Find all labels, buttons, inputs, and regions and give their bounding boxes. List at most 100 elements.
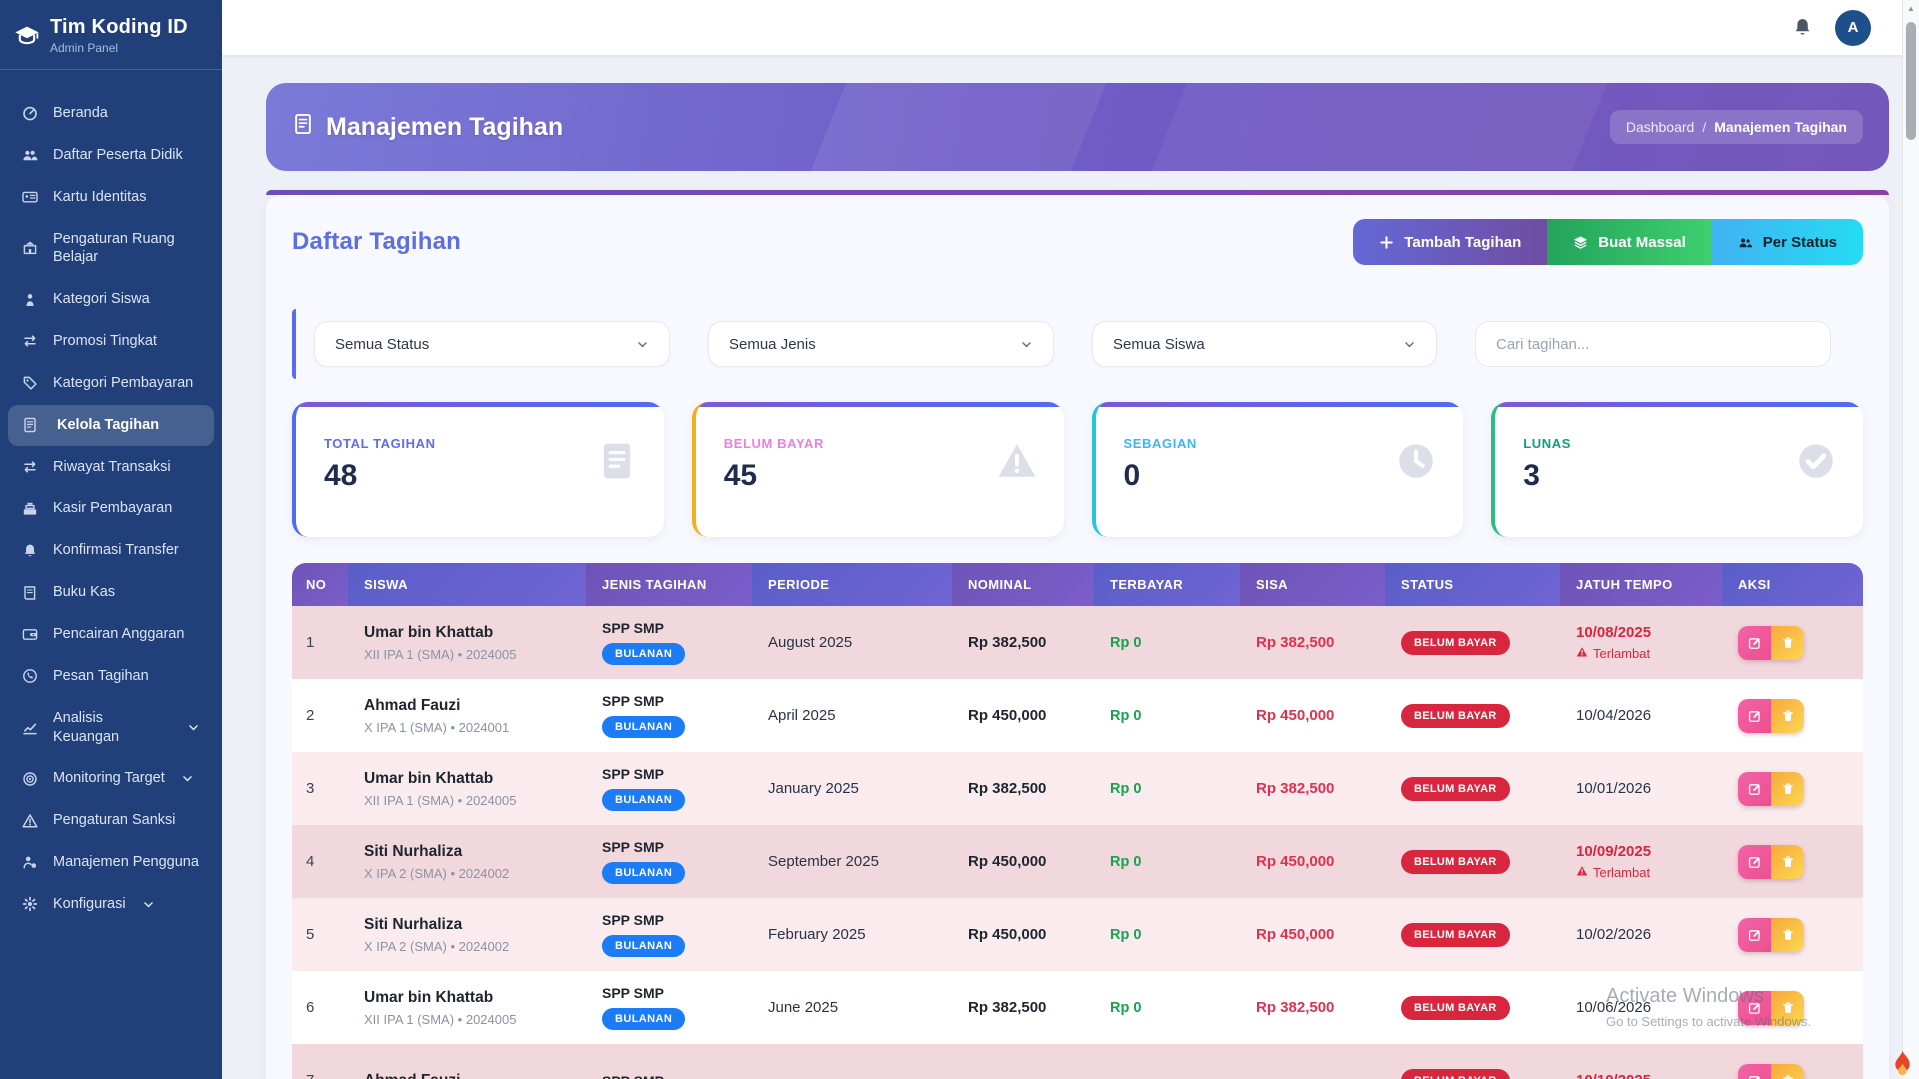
sidebar-nav: Beranda Daftar Peserta Didik Kartu Identit… — [0, 70, 222, 936]
sidebar-item-konfirmasi-transfer[interactable]: Konfirmasi Transfer — [8, 530, 214, 571]
sidebar-item-riwayat-transaksi[interactable]: Riwayat Transaksi — [8, 447, 214, 488]
cell-jenis-tagihan: SPP SMP — [586, 1044, 752, 1079]
app-subtitle: Admin Panel — [50, 41, 188, 55]
row-actions — [1738, 918, 1804, 952]
edit-button[interactable] — [1738, 845, 1771, 879]
cell-siswa: Umar bin KhattabXII IPA 1 (SMA) • 202400… — [348, 971, 586, 1044]
stat-card-sebagian: SEBAGIAN 0 — [1092, 402, 1464, 537]
per-status-button[interactable]: Per Status — [1712, 219, 1863, 265]
status-filter-select[interactable]: Semua Status — [314, 321, 670, 367]
delete-button[interactable] — [1771, 772, 1804, 806]
sidebar-item-beranda[interactable]: Beranda — [8, 93, 214, 134]
sidebar-item-pencairan-anggaran[interactable]: Pencairan Anggaran — [8, 614, 214, 655]
sidebar-item-label: Pengaturan Ruang Belajar — [53, 230, 200, 268]
table-row: 1Umar bin KhattabXII IPA 1 (SMA) • 20240… — [292, 606, 1863, 679]
cell-nominal: Rp 450,000 — [952, 825, 1094, 898]
plus-icon — [1379, 235, 1394, 250]
type-filter-select[interactable]: Semua Jenis — [708, 321, 1054, 367]
cell-terbayar — [1094, 1044, 1240, 1079]
cell-terbayar: Rp 0 — [1094, 825, 1240, 898]
breadcrumb: Dashboard/Manajemen Tagihan — [1610, 110, 1863, 144]
student-name: Umar bin Khattab — [364, 624, 570, 642]
breadcrumb-dashboard[interactable]: Dashboard — [1626, 119, 1695, 135]
scrollbar-up-arrow[interactable]: ▲ — [1907, 4, 1915, 13]
student-filter-select[interactable]: Semua Siswa — [1092, 321, 1437, 367]
sidebar-item-label: Daftar Peserta Didik — [53, 146, 183, 165]
cell-jenis-tagihan: SPP SMPBULANAN — [586, 825, 752, 898]
delete-button[interactable] — [1771, 699, 1804, 733]
delete-button[interactable] — [1771, 626, 1804, 660]
billing-list-card: Daftar Tagihan Tambah TagihanBuat Massal… — [266, 190, 1889, 1079]
status-badge: BELUM BAYAR — [1401, 631, 1510, 655]
type-filter-value: Semua Jenis — [729, 336, 816, 353]
sidebar-item-monitoring-target[interactable]: Monitoring Target — [8, 758, 214, 799]
browser-scrollbar[interactable]: ▲ — [1902, 0, 1919, 1079]
edit-button[interactable] — [1738, 918, 1771, 952]
book-icon — [22, 585, 39, 601]
row-actions — [1738, 772, 1804, 806]
table-row: 2Ahmad FauziX IPA 1 (SMA) • 2024001SPP S… — [292, 679, 1863, 752]
sidebar-item-manajemen-pengguna[interactable]: Manajemen Pengguna — [8, 842, 214, 883]
edit-button[interactable] — [1738, 626, 1771, 660]
sidebar-item-pengaturan-sanksi[interactable]: Pengaturan Sanksi — [8, 800, 214, 841]
flame-icon[interactable] — [1891, 1049, 1914, 1076]
invoice-icon — [292, 113, 314, 142]
stat-card-lunas: LUNAS3 — [1491, 402, 1863, 537]
row-actions — [1738, 626, 1804, 660]
sidebar-item-label: Kelola Tagihan — [53, 416, 159, 435]
chart-icon — [22, 720, 39, 736]
sidebar-item-label: Buku Kas — [53, 583, 115, 602]
sidebar-item-daftar-peserta-didik[interactable]: Daftar Peserta Didik — [8, 135, 214, 176]
status-badge: BELUM BAYAR — [1401, 777, 1510, 801]
sidebar-item-buku-kas[interactable]: Buku Kas — [8, 572, 214, 613]
search-input[interactable] — [1475, 321, 1831, 367]
billing-type: SPP SMP — [602, 912, 736, 928]
column-header-periode: PERIODE — [752, 563, 952, 606]
notification-bell-icon[interactable] — [1792, 17, 1813, 38]
sidebar-item-kategori-siswa[interactable]: Kategori Siswa — [8, 279, 214, 320]
sidebar-item-analisis-keuangan[interactable]: Analisis Keuangan — [8, 698, 214, 758]
edit-button[interactable] — [1738, 772, 1771, 806]
sidebar-item-kartu-identitas[interactable]: Kartu Identitas — [8, 177, 214, 218]
check-icon — [1795, 440, 1837, 482]
warning-icon — [22, 813, 39, 829]
delete-button[interactable] — [1771, 918, 1804, 952]
column-header-jenis-tagihan: JENIS TAGIHAN — [586, 563, 752, 606]
sidebar-item-kategori-pembayaran[interactable]: Kategori Pembayaran — [8, 363, 214, 404]
warn-icon — [996, 440, 1038, 482]
sidebar-item-promosi-tingkat[interactable]: Promosi Tingkat — [8, 321, 214, 362]
cell-nominal: Rp 450,000 — [952, 898, 1094, 971]
cell-jatuh-tempo: 10/01/2026 — [1560, 752, 1722, 825]
stat-value: 0 — [1124, 459, 1438, 493]
sidebar-item-kelola-tagihan[interactable]: Kelola Tagihan — [8, 405, 214, 446]
cell-no: 1 — [292, 606, 348, 679]
delete-button[interactable] — [1771, 845, 1804, 879]
edit-button[interactable] — [1738, 699, 1771, 733]
edit-button[interactable] — [1738, 991, 1771, 1025]
main-area: A Manajemen Tagihan Dashboard/Manajemen … — [222, 0, 1919, 1079]
tambah-tagihan-button[interactable]: Tambah Tagihan — [1353, 219, 1547, 265]
scrollbar-thumb[interactable] — [1906, 22, 1916, 140]
stat-card-belum-bayar: BELUM BAYAR45 — [692, 402, 1064, 537]
cell-terbayar: Rp 0 — [1094, 752, 1240, 825]
cell-terbayar: Rp 0 — [1094, 898, 1240, 971]
billing-type: SPP SMP — [602, 693, 736, 709]
cell-jatuh-tempo: 10/02/2026 — [1560, 898, 1722, 971]
edit-button[interactable] — [1738, 1064, 1771, 1079]
buat-massal-button[interactable]: Buat Massal — [1547, 219, 1712, 265]
sidebar-item-pengaturan-ruang-belajar[interactable]: Pengaturan Ruang Belajar — [8, 219, 214, 279]
stat-label: SEBAGIAN — [1124, 436, 1438, 451]
delete-button[interactable] — [1771, 1064, 1804, 1079]
cell-terbayar: Rp 0 — [1094, 679, 1240, 752]
sidebar-item-kasir-pembayaran[interactable]: Kasir Pembayaran — [8, 488, 214, 529]
due-date: 10/10/2025 — [1576, 1072, 1706, 1079]
due-date: 10/08/2025 — [1576, 624, 1706, 641]
late-indicator: Terlambat — [1576, 865, 1706, 880]
billing-type: SPP SMP — [602, 1073, 736, 1079]
delete-button[interactable] — [1771, 991, 1804, 1025]
sidebar-item-konfigurasi[interactable]: Konfigurasi — [8, 884, 214, 925]
student-name: Ahmad Fauzi — [364, 697, 570, 715]
sidebar-item-pesan-tagihan[interactable]: Pesan Tagihan — [8, 656, 214, 697]
user-avatar[interactable]: A — [1835, 10, 1871, 46]
status-badge: BELUM BAYAR — [1401, 1069, 1510, 1079]
